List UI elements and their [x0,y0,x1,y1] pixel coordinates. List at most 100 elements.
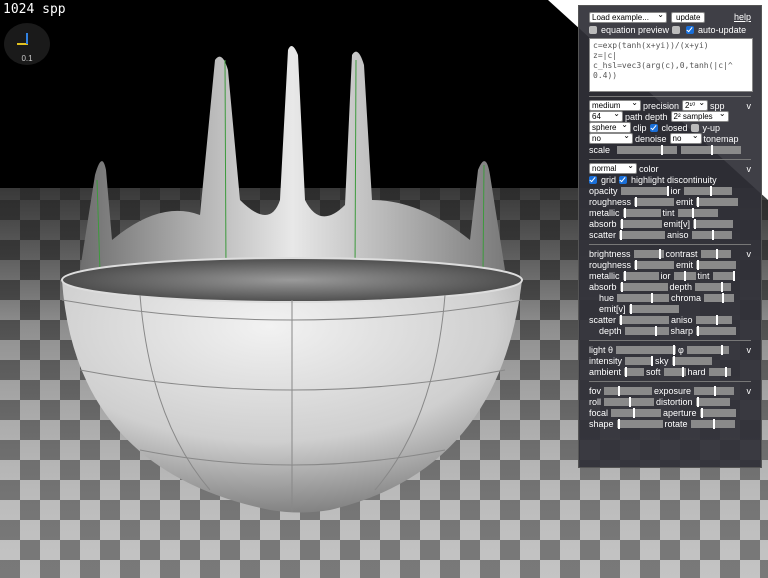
exposure-label: exposure [654,385,692,396]
load-example-select[interactable]: Load example... [589,10,667,23]
vol-depth2-slider[interactable] [624,325,669,336]
metallic-slider[interactable] [622,207,661,218]
equation-line: c=exp(tanh(x+yi))/(x+yi) [593,41,709,50]
vol-absorb-slider[interactable] [619,281,668,292]
scatter-slider[interactable] [619,229,666,240]
aniso-slider[interactable] [691,229,732,240]
emit-v-label: emit[v] [663,218,691,229]
equation-preview-checkbox[interactable] [589,25,597,34]
vol-metallic-slider[interactable] [622,270,659,281]
absorb-slider[interactable] [619,218,662,229]
precision-select[interactable]: medium [589,100,641,111]
brightness-slider[interactable] [633,248,664,259]
tint-slider[interactable] [677,207,718,218]
equation-line: 0.4)) [593,71,618,80]
scale-slider-1[interactable] [617,144,678,155]
render-collapse-caret[interactable]: v [747,101,752,111]
light-theta-slider[interactable] [616,344,677,355]
vol-depth-label: depth [669,281,693,292]
y-up-checkbox[interactable] [690,123,699,132]
distortion-slider[interactable] [695,396,730,407]
light-phi-slider[interactable] [686,344,729,355]
highlight-discontinuity-label: highlight discontinuity [631,174,717,185]
path-depth-select[interactable]: 64 [589,111,623,122]
vol-emit-label: emit [676,259,694,270]
y-up-label: y-up [702,122,721,133]
vol-emit-slider[interactable] [696,259,737,270]
spp-select[interactable]: 2¹⁰ [682,100,709,111]
soft-slider[interactable] [663,366,686,377]
vol-ior-label: ior [660,270,671,281]
ior-slider[interactable] [683,185,732,196]
contrast-slider[interactable] [700,248,731,259]
scale-slider-2[interactable] [681,144,742,155]
sharp-slider[interactable] [696,325,737,336]
vol-scatter-slider[interactable] [619,314,670,325]
roll-slider[interactable] [604,396,655,407]
axis-gizmo[interactable]: 0.1 [4,23,50,65]
fov-slider[interactable] [604,385,653,396]
update-button[interactable]: update [671,11,706,23]
focal-slider[interactable] [611,407,662,418]
vol-depth-slider[interactable] [695,281,732,292]
hard-slider[interactable] [708,366,731,377]
vol-roughness-slider[interactable] [634,259,675,270]
aperture-label: aperture [663,407,697,418]
chroma-label: chroma [671,292,702,303]
path-depth-label: path depth [625,111,668,122]
vol-ior-slider[interactable] [673,270,696,281]
closed-checkbox[interactable] [649,123,658,132]
brightness-label: brightness [589,248,631,259]
chroma-slider[interactable] [704,292,735,303]
aniso-label: aniso [667,229,689,240]
vol-emit-v-slider[interactable] [628,303,679,314]
clip-select[interactable]: sphere [589,122,631,133]
highlight-discontinuity-checkbox[interactable] [619,175,628,184]
rotate-slider[interactable] [690,418,735,429]
soft-label: soft [646,366,661,377]
aperture-slider[interactable] [699,407,736,418]
hue-label: hue [599,292,615,303]
fov-label: fov [589,385,602,396]
vol-aniso-slider[interactable] [695,314,732,325]
exposure-slider[interactable] [694,385,735,396]
light-collapse-caret[interactable]: v [747,345,752,355]
shape-slider[interactable] [616,418,663,429]
help-link[interactable]: help [734,12,751,22]
tonemap-select[interactable]: no [669,133,702,144]
sky-slider[interactable] [671,355,712,366]
grid-checkbox[interactable] [589,175,597,184]
spp-label: spp [710,100,725,111]
equation-editor[interactable]: c=exp(tanh(x+yi))/(x+yi) z=|c| c_hsl=vec… [589,38,753,92]
ambient-slider[interactable] [624,366,645,377]
scale-label: scale [589,144,611,155]
vol-scatter-label: scatter [589,314,617,325]
vol-metallic-label: metallic [589,270,620,281]
emit-v-slider[interactable] [693,218,734,229]
ambient-label: ambient [589,366,622,377]
sharp-label: sharp [670,325,694,336]
surface-collapse-caret[interactable]: v [747,164,752,174]
ior-label: ior [670,185,681,196]
vol-roughness-label: roughness [589,259,632,270]
color-mode-select[interactable]: normal [589,163,637,174]
extra-checkbox[interactable] [672,25,681,34]
camera-collapse-caret[interactable]: v [747,386,752,396]
denoise-label: denoise [635,133,667,144]
vol-tint-slider[interactable] [712,270,735,281]
denoise-select[interactable]: no [589,133,633,144]
tint-label: tint [662,207,675,218]
opacity-slider[interactable] [620,185,669,196]
vol-tint-label: tint [697,270,710,281]
vol-emit-v-label: emit[v] [599,303,626,314]
volume-collapse-caret[interactable]: v [747,249,752,259]
intensity-slider[interactable] [625,355,654,366]
samples-select[interactable]: 2² samples [670,111,729,122]
auto-update-checkbox[interactable] [686,25,695,34]
emit-slider[interactable] [696,196,739,207]
roughness-slider[interactable] [634,196,675,207]
scatter-label: scatter [589,229,617,240]
hue-slider[interactable] [617,292,670,303]
closed-label: closed [661,122,688,133]
emit-label: emit [676,196,694,207]
